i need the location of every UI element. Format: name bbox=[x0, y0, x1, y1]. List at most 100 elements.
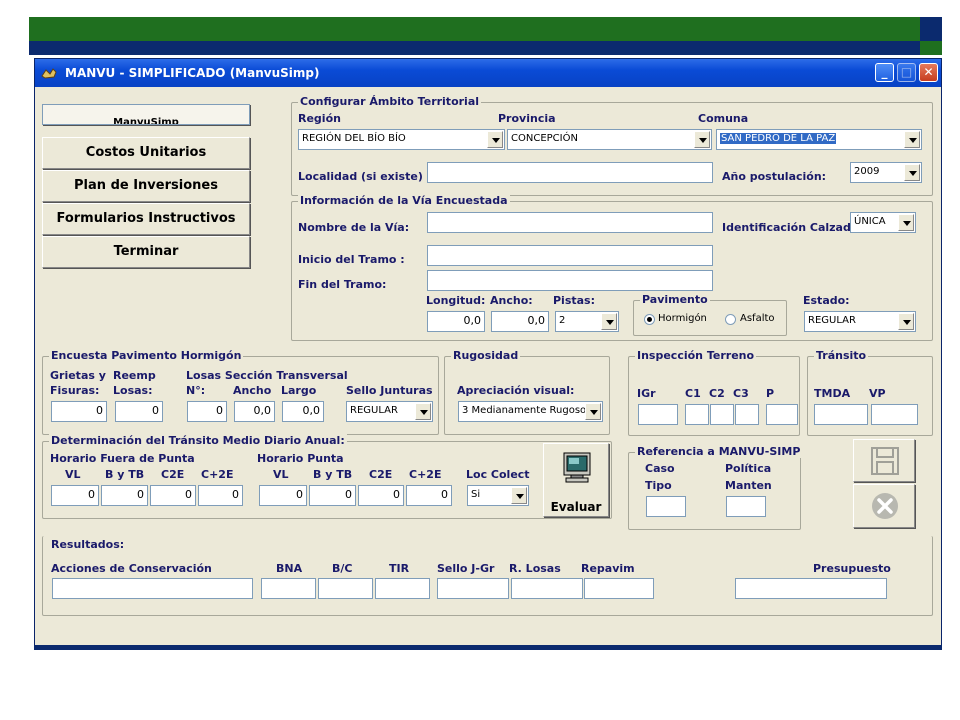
c2-input[interactable] bbox=[710, 404, 734, 425]
vp-input[interactable] bbox=[871, 404, 918, 425]
losas-ancho-label: Ancho bbox=[233, 384, 272, 397]
nav-plan-inversiones-button[interactable]: Plan de Inversiones bbox=[42, 170, 250, 202]
computer-icon bbox=[563, 452, 591, 483]
punta-bytb-label: B y TB bbox=[313, 468, 353, 481]
losas-largo-input[interactable]: 0,0 bbox=[282, 401, 324, 422]
reemp-losas-input[interactable]: 0 bbox=[115, 401, 163, 422]
bc-input[interactable] bbox=[318, 578, 373, 599]
presupuesto-input[interactable] bbox=[735, 578, 887, 599]
asfalto-radio[interactable] bbox=[725, 314, 736, 325]
anio-postulacion-select[interactable]: 2009 bbox=[850, 162, 922, 183]
sello-jgr-input[interactable] bbox=[437, 578, 509, 599]
politica-label-2: Manten bbox=[725, 479, 772, 492]
sello-junturas-select[interactable]: REGULAR bbox=[346, 401, 433, 422]
r-losas-input[interactable] bbox=[511, 578, 583, 599]
c1-input[interactable] bbox=[685, 404, 709, 425]
grietas-input[interactable]: 0 bbox=[51, 401, 107, 422]
calzada-value: ÚNICA bbox=[854, 216, 886, 227]
ancho-via-input[interactable]: 0,0 bbox=[491, 311, 549, 332]
bna-label: BNA bbox=[276, 562, 303, 575]
politica-manten-input[interactable] bbox=[726, 496, 766, 517]
igr-input[interactable] bbox=[638, 404, 678, 425]
chevron-down-icon bbox=[694, 131, 710, 148]
title-bar[interactable]: MANVU - SIMPLIFICADO (ManvuSimp) _ □ ✕ bbox=[35, 59, 941, 87]
close-button[interactable]: ✕ bbox=[919, 63, 938, 82]
p-input[interactable] bbox=[766, 404, 798, 425]
loc-colect-select[interactable]: Si bbox=[467, 485, 529, 506]
floppy-disk-icon bbox=[871, 447, 899, 475]
estado-select[interactable]: REGULAR bbox=[804, 311, 916, 332]
minimize-button[interactable]: _ bbox=[875, 63, 894, 82]
caso-tipo-input[interactable] bbox=[646, 496, 686, 517]
vp-label: VP bbox=[869, 387, 886, 400]
calzada-select[interactable]: ÚNICA bbox=[850, 212, 916, 233]
tir-label: TIR bbox=[389, 562, 410, 575]
chevron-down-icon bbox=[511, 487, 527, 504]
fuera-bytb-input[interactable]: 0 bbox=[101, 485, 148, 506]
app-window: MANVU - SIMPLIFICADO (ManvuSimp) _ □ ✕ M… bbox=[34, 58, 942, 650]
anio-postulacion-label: Año postulación: bbox=[722, 170, 827, 183]
provincia-select[interactable]: CONCEPCIÓN bbox=[507, 129, 712, 150]
losas-ancho-input[interactable]: 0,0 bbox=[234, 401, 275, 422]
c3-input[interactable] bbox=[735, 404, 759, 425]
acciones-label: Acciones de Conservación bbox=[51, 562, 212, 575]
slide-top-bar-navy bbox=[29, 41, 920, 55]
evaluar-button[interactable]: Evaluar bbox=[543, 443, 609, 517]
fuera-c2plus-input[interactable]: 0 bbox=[198, 485, 243, 506]
cancel-button[interactable] bbox=[853, 484, 915, 528]
nav-terminar-button[interactable]: Terminar bbox=[42, 236, 250, 268]
r-losas-label: R. Losas bbox=[509, 562, 561, 575]
c1-label: C1 bbox=[685, 387, 701, 400]
region-select[interactable]: REGIÓN DEL BÍO BÍO bbox=[298, 129, 505, 150]
chevron-down-icon bbox=[904, 164, 920, 181]
hormigon-radio[interactable] bbox=[644, 314, 655, 325]
longitud-input[interactable]: 0,0 bbox=[427, 311, 485, 332]
comuna-value: SAN PEDRO DE LA PAZ bbox=[720, 133, 837, 144]
fin-tramo-input[interactable] bbox=[427, 270, 713, 291]
estado-value: REGULAR bbox=[808, 315, 856, 326]
nombre-via-input[interactable] bbox=[427, 212, 713, 233]
ancho-via-label: Ancho: bbox=[490, 294, 533, 307]
inicio-tramo-label: Inicio del Tramo : bbox=[298, 253, 405, 266]
repavim-input[interactable] bbox=[584, 578, 654, 599]
fuera-c2e-input[interactable]: 0 bbox=[150, 485, 196, 506]
region-value: REGIÓN DEL BÍO BÍO bbox=[302, 133, 406, 144]
tir-input[interactable] bbox=[375, 578, 430, 599]
nav-formularios-instructivos-button[interactable]: Formularios Instructivos bbox=[42, 203, 250, 235]
bna-input[interactable] bbox=[261, 578, 316, 599]
comuna-select[interactable]: SAN PEDRO DE LA PAZ bbox=[716, 129, 922, 150]
caso-label-1: Caso bbox=[645, 462, 675, 475]
maximize-button[interactable]: □ bbox=[897, 63, 916, 82]
save-button[interactable] bbox=[853, 439, 915, 482]
cancel-x-icon bbox=[872, 493, 898, 519]
punta-c2e-input[interactable]: 0 bbox=[358, 485, 404, 506]
bc-label: B/C bbox=[332, 562, 353, 575]
ambito-title: Configurar Ámbito Territorial bbox=[298, 95, 482, 108]
punta-c2plus-input[interactable]: 0 bbox=[406, 485, 452, 506]
localidad-input[interactable] bbox=[427, 162, 713, 183]
fuera-vl-input[interactable]: 0 bbox=[51, 485, 99, 506]
fuera-c2plus-label: C+2E bbox=[201, 468, 234, 481]
inicio-tramo-input[interactable] bbox=[427, 245, 713, 266]
punta-vl-input[interactable]: 0 bbox=[259, 485, 307, 506]
nav-costos-unitarios-button[interactable]: Costos Unitarios bbox=[42, 137, 250, 169]
longitud-label: Longitud: bbox=[426, 294, 486, 307]
apreciacion-select[interactable]: 3 Medianamente Rugoso bbox=[458, 401, 603, 422]
apreciacion-value: 3 Medianamente Rugoso bbox=[462, 405, 587, 416]
nav-manvusimp-button[interactable]: ManvuSimp bbox=[42, 104, 250, 125]
losas-no-input[interactable]: 0 bbox=[187, 401, 227, 422]
punta-label: Horario Punta bbox=[257, 452, 344, 465]
provincia-value: CONCEPCIÓN bbox=[511, 133, 578, 144]
tmda-input[interactable] bbox=[814, 404, 868, 425]
comuna-label: Comuna bbox=[698, 112, 749, 125]
losas-no-label: N°: bbox=[186, 384, 206, 397]
fuera-c2e-label: C2E bbox=[161, 468, 185, 481]
localidad-label: Localidad (si existe) : bbox=[298, 170, 432, 183]
tmda-title: Determinación del Tránsito Medio Diario … bbox=[49, 434, 347, 447]
pistas-select[interactable]: 2 bbox=[555, 311, 619, 332]
punta-bytb-input[interactable]: 0 bbox=[309, 485, 356, 506]
reemp-label-1: Reemp bbox=[113, 369, 156, 382]
acciones-input[interactable] bbox=[52, 578, 253, 599]
sello-junturas-label: Sello Junturas bbox=[346, 384, 433, 397]
loc-colect-value: Si bbox=[471, 489, 481, 500]
